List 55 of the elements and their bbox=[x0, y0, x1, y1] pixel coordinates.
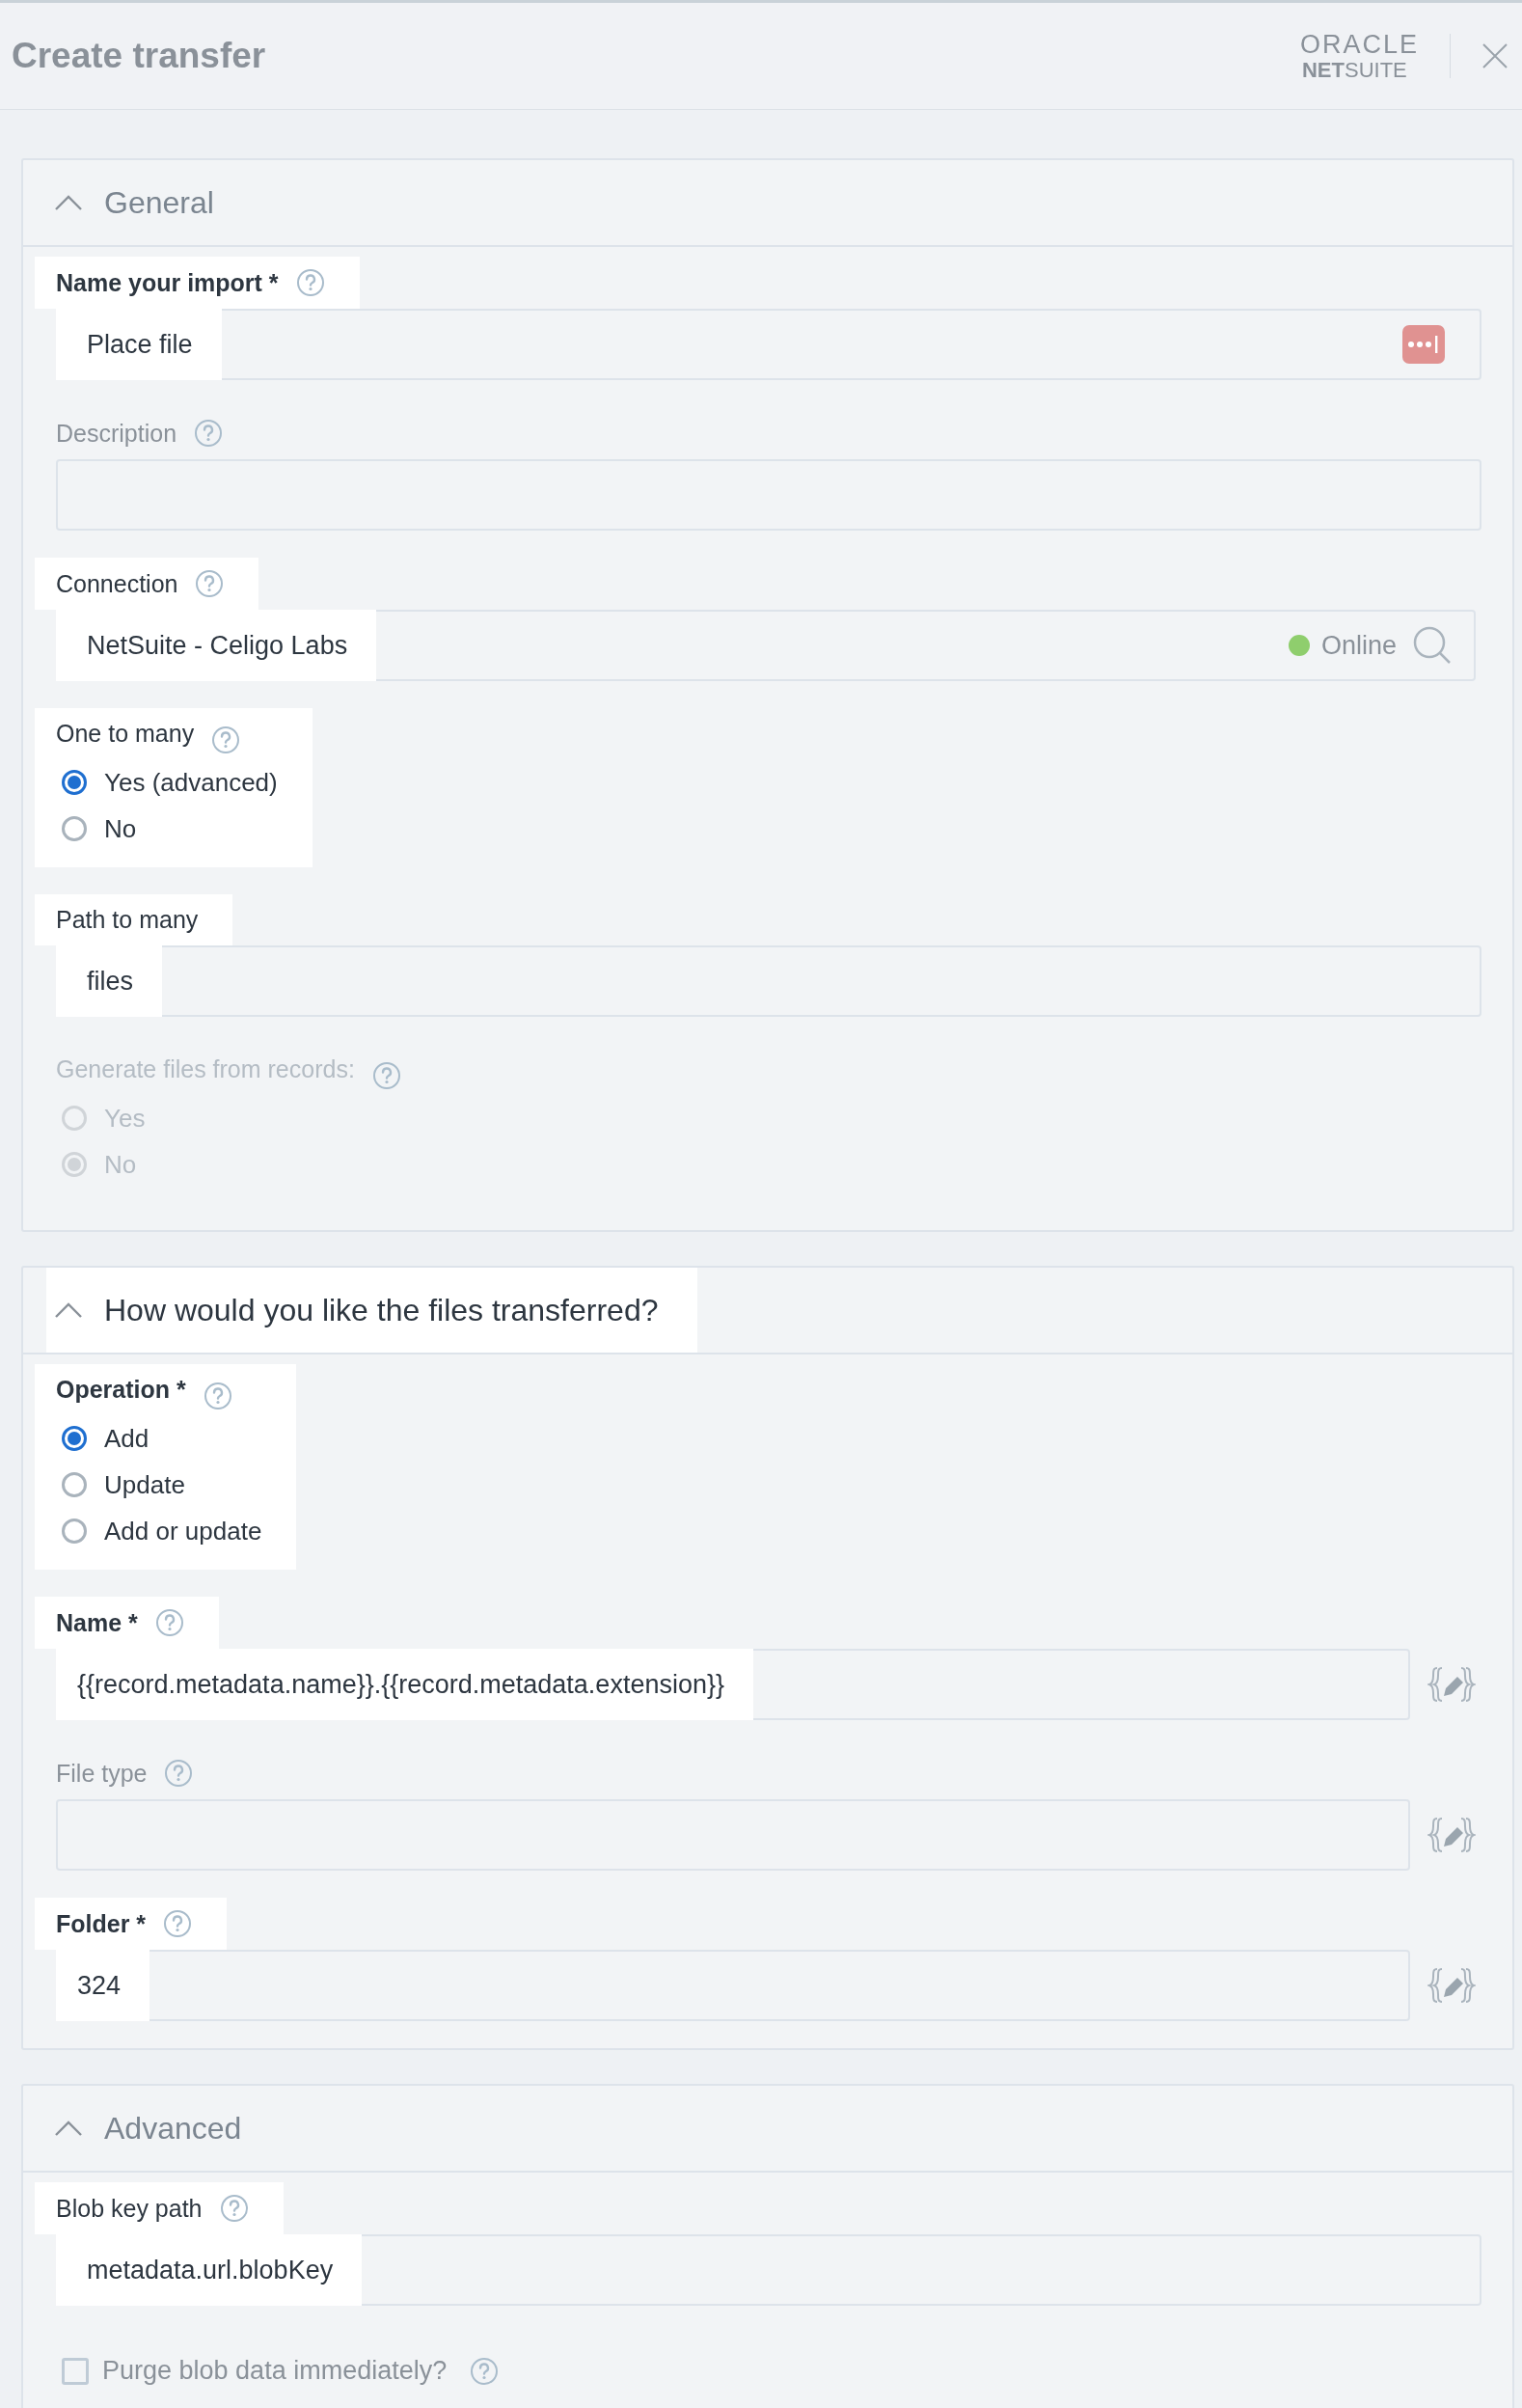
field-label: Name your import * bbox=[56, 268, 279, 297]
close-icon[interactable] bbox=[1481, 42, 1508, 69]
help-icon[interactable] bbox=[295, 268, 325, 297]
radio-label[interactable]: Yes (advanced) bbox=[104, 767, 278, 798]
input-field[interactable]: 324 bbox=[56, 1950, 1410, 2021]
chevron-up-icon[interactable] bbox=[54, 2120, 83, 2137]
chevron-up-icon[interactable] bbox=[54, 1301, 83, 1319]
help-icon[interactable] bbox=[470, 2356, 500, 2386]
logo-text: ORACLE bbox=[1299, 30, 1419, 59]
section-header[interactable]: How would you like the files transferred? bbox=[46, 1268, 697, 1353]
help-icon[interactable] bbox=[211, 725, 241, 754]
help-icon[interactable] bbox=[194, 419, 224, 448]
search-icon[interactable] bbox=[1412, 625, 1453, 666]
help-icon[interactable] bbox=[164, 1759, 194, 1788]
radio-label[interactable]: No bbox=[104, 813, 137, 844]
section-title: How would you like the files transferred? bbox=[104, 1292, 659, 1328]
logo-text: NETSUITE bbox=[1301, 59, 1407, 82]
password-mask-icon[interactable] bbox=[1402, 325, 1445, 364]
dialog-title: Create transfer bbox=[12, 36, 267, 76]
field-label: Name * bbox=[56, 1608, 138, 1637]
input-field[interactable]: {{record.metadata.name}}.{{record.metadata.extension}} bbox=[56, 1649, 1410, 1720]
radio-button[interactable] bbox=[62, 816, 87, 841]
help-icon[interactable] bbox=[195, 569, 225, 598]
field-label: File type bbox=[56, 1759, 148, 1788]
radio-button[interactable] bbox=[62, 770, 87, 795]
expression-editor-icon[interactable] bbox=[1427, 1966, 1476, 2005]
expression-editor-icon[interactable] bbox=[1427, 1665, 1476, 1704]
radio-button[interactable] bbox=[62, 1472, 87, 1497]
help-icon[interactable] bbox=[203, 1381, 232, 1410]
help-icon[interactable] bbox=[154, 1608, 184, 1637]
field-label: One to many bbox=[56, 720, 195, 748]
radio-button[interactable] bbox=[62, 1519, 87, 1544]
radio-label[interactable]: Add bbox=[104, 1423, 149, 1454]
input-field[interactable]: files bbox=[56, 945, 1481, 1017]
input-field[interactable]: metadata.url.blobKey bbox=[56, 2234, 1481, 2306]
input-field[interactable]: Place file bbox=[56, 309, 1481, 380]
help-icon[interactable] bbox=[163, 1909, 193, 1938]
field-label: Operation * bbox=[56, 1376, 186, 1404]
section-title: General bbox=[104, 184, 214, 221]
field-label: Connection bbox=[56, 569, 178, 598]
field-label: Folder * bbox=[56, 1909, 147, 1938]
field-label: Description bbox=[56, 419, 177, 448]
field-label: Path to many bbox=[56, 906, 199, 934]
chevron-up-icon[interactable] bbox=[54, 194, 83, 211]
radio-button[interactable] bbox=[62, 1426, 87, 1451]
field-label: Blob key path bbox=[56, 2194, 203, 2223]
radio-label[interactable]: Add or update bbox=[104, 1516, 262, 1546]
help-icon[interactable] bbox=[219, 2194, 249, 2223]
radio-label[interactable]: Update bbox=[104, 1469, 185, 1500]
status-label: Online bbox=[1320, 630, 1397, 661]
section-title: Advanced bbox=[104, 2110, 242, 2147]
input-field[interactable]: NetSuite - Celigo Labs Online bbox=[56, 610, 1476, 681]
field-label: Generate files from records: bbox=[56, 1055, 355, 1083]
checkbox[interactable] bbox=[62, 2357, 89, 2385]
expression-editor-icon[interactable] bbox=[1427, 1816, 1476, 1854]
